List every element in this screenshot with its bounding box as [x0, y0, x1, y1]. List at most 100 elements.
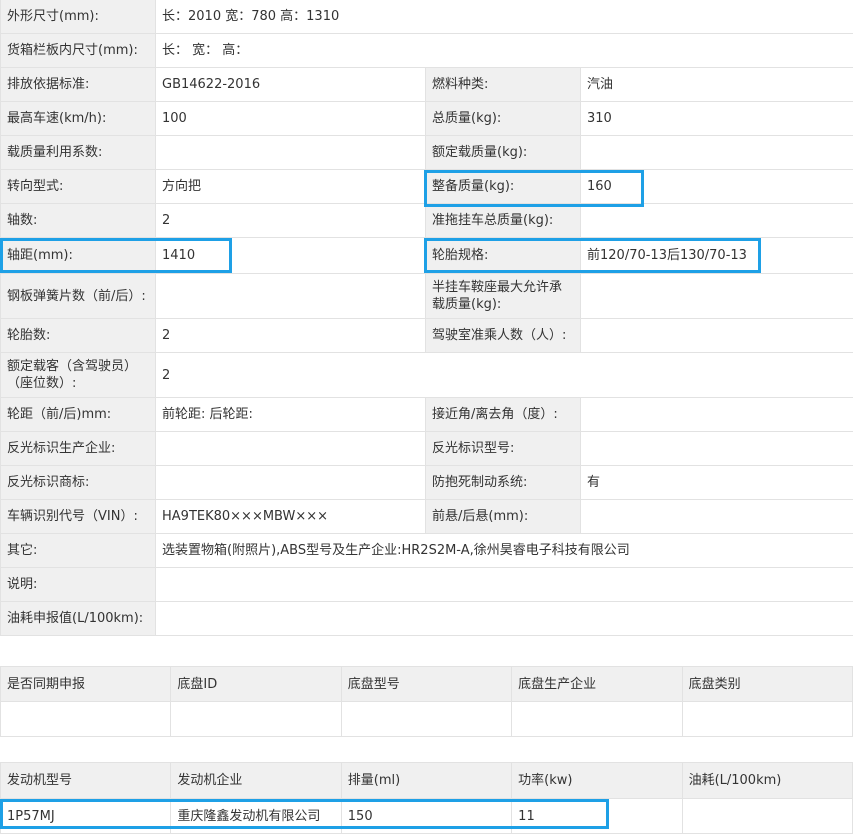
- spec-value: [156, 274, 426, 319]
- spec-label: 前悬/后悬(mm):: [426, 500, 581, 534]
- spec-value: [581, 136, 853, 170]
- spec-row: 其它:选装置物箱(附照片),ABS型号及生产企业:HR2S2M-A,徐州昊睿电子…: [1, 534, 853, 568]
- engine-model-cell: 1P57MJ: [1, 799, 171, 834]
- spec-value: [581, 398, 853, 432]
- chassis-data-cell: [341, 702, 511, 737]
- spec-value: HA9TEK80×××MBW×××: [156, 500, 426, 534]
- chassis-header-cell: 底盘ID: [171, 667, 341, 702]
- engine-power-cell: 11: [512, 799, 682, 834]
- spec-value: 310: [581, 102, 853, 136]
- spec-value: 160: [581, 170, 853, 204]
- chassis-data-cell: [682, 702, 852, 737]
- spec-value: [581, 319, 853, 353]
- chassis-data-cell: [512, 702, 682, 737]
- spec-label: 额定载质量(kg):: [426, 136, 581, 170]
- spec-row: 说明:: [1, 568, 853, 602]
- chassis-data-cell: [171, 702, 341, 737]
- spec-label: 车辆识别代号（VIN）:: [1, 500, 156, 534]
- spec-row: 轮胎数:2驾驶室准乘人数（人）:: [1, 319, 853, 353]
- spec-label: 油耗申报值(L/100km):: [1, 602, 156, 636]
- spec-value: 前轮距: 后轮距:: [156, 398, 426, 432]
- spec-value: 2: [156, 319, 426, 353]
- spec-row: 排放依据标准:GB14622-2016燃料种类:汽油: [1, 68, 853, 102]
- spec-label: 轮胎规格:: [426, 238, 581, 274]
- engine-maker-cell: 重庆隆鑫发动机有限公司: [171, 799, 341, 834]
- chassis-data-row: [1, 702, 853, 737]
- spec-label: 额定载客（含驾驶员）（座位数）:: [1, 353, 156, 398]
- spec-value: 方向把: [156, 170, 426, 204]
- spec-row: 载质量利用系数: 额定载质量(kg):: [1, 136, 853, 170]
- spec-value: 长： 宽： 高：: [156, 34, 853, 68]
- spec-label: 准拖挂车总质量(kg):: [426, 204, 581, 238]
- spec-label: 总质量(kg):: [426, 102, 581, 136]
- spec-value: 汽油: [581, 68, 853, 102]
- spec-label: 半挂车鞍座最大允许承载质量(kg):: [426, 274, 581, 319]
- spec-value: [156, 136, 426, 170]
- spec-label: 防抱死制动系统:: [426, 466, 581, 500]
- engine-table: 发动机型号 发动机企业 排量(ml) 功率(kw) 油耗(L/100km) 1P…: [0, 762, 853, 834]
- spec-value: [581, 432, 853, 466]
- spec-value: [156, 432, 426, 466]
- chassis-header-row: 是否同期申报 底盘ID 底盘型号 底盘生产企业 底盘类别: [1, 667, 853, 702]
- spec-label: 燃料种类:: [426, 68, 581, 102]
- engine-data-row: 1P57MJ 重庆隆鑫发动机有限公司 150 11: [1, 799, 853, 834]
- spec-value: GB14622-2016: [156, 68, 426, 102]
- spec-label: 轴距(mm):: [1, 238, 156, 274]
- spec-row: 货箱栏板内尺寸(mm):长： 宽： 高：: [1, 34, 853, 68]
- engine-header-cell: 功率(kw): [512, 763, 682, 799]
- spec-label: 反光标识型号:: [426, 432, 581, 466]
- spec-label: 轮胎数:: [1, 319, 156, 353]
- engine-header-row: 发动机型号 发动机企业 排量(ml) 功率(kw) 油耗(L/100km): [1, 763, 853, 799]
- spec-value: 有: [581, 466, 853, 500]
- spec-label: 轴数:: [1, 204, 156, 238]
- spec-row: 外形尺寸(mm):长：2010 宽：780 高：1310: [1, 0, 853, 34]
- spec-value: [581, 204, 853, 238]
- spec-row: 反光标识商标: 防抱死制动系统:有: [1, 466, 853, 500]
- spec-label: 最高车速(km/h):: [1, 102, 156, 136]
- spec-value: [581, 274, 853, 319]
- chassis-header-cell: 底盘生产企业: [512, 667, 682, 702]
- engine-header-cell: 油耗(L/100km): [682, 763, 852, 799]
- spec-label: 其它:: [1, 534, 156, 568]
- spec-value: 2: [156, 204, 426, 238]
- spec-label: 整备质量(kg):: [426, 170, 581, 204]
- spec-value: 100: [156, 102, 426, 136]
- spec-value: [156, 602, 853, 636]
- spec-label: 说明:: [1, 568, 156, 602]
- spec-label: 轮距（前/后)mm:: [1, 398, 156, 432]
- spec-label: 反光标识商标:: [1, 466, 156, 500]
- chassis-table: 是否同期申报 底盘ID 底盘型号 底盘生产企业 底盘类别: [0, 666, 853, 737]
- engine-displacement-cell: 150: [341, 799, 511, 834]
- engine-header-cell: 排量(ml): [341, 763, 511, 799]
- engine-header-cell: 发动机企业: [171, 763, 341, 799]
- chassis-header-cell: 底盘型号: [341, 667, 511, 702]
- engine-header-cell: 发动机型号: [1, 763, 171, 799]
- engine-fuel-cell: [682, 799, 852, 834]
- spec-row: 转向型式:方向把整备质量(kg):160: [1, 170, 853, 204]
- spec-row: 轮距（前/后)mm:前轮距: 后轮距:接近角/离去角（度）:: [1, 398, 853, 432]
- spec-value: 2: [156, 353, 853, 398]
- chassis-header-cell: 底盘类别: [682, 667, 852, 702]
- spec-label: 载质量利用系数:: [1, 136, 156, 170]
- spec-row: 轴距(mm):1410轮胎规格:前120/70-13后130/70-13: [1, 238, 853, 274]
- spec-table-body: 外形尺寸(mm):长：2010 宽：780 高：1310货箱栏板内尺寸(mm):…: [1, 0, 853, 636]
- spec-row: 钢板弹簧片数（前/后）: 半挂车鞍座最大允许承载质量(kg):: [1, 274, 853, 319]
- spec-label: 外形尺寸(mm):: [1, 0, 156, 34]
- spec-label: 钢板弹簧片数（前/后）:: [1, 274, 156, 319]
- spec-label: 接近角/离去角（度）:: [426, 398, 581, 432]
- spec-value: 长：2010 宽：780 高：1310: [156, 0, 853, 34]
- spec-label: 转向型式:: [1, 170, 156, 204]
- spec-label: 排放依据标准:: [1, 68, 156, 102]
- spec-value: [581, 500, 853, 534]
- spec-table: 外形尺寸(mm):长：2010 宽：780 高：1310货箱栏板内尺寸(mm):…: [0, 0, 853, 636]
- spec-row: 最高车速(km/h):100总质量(kg):310: [1, 102, 853, 136]
- spec-label: 驾驶室准乘人数（人）:: [426, 319, 581, 353]
- chassis-header-cell: 是否同期申报: [1, 667, 171, 702]
- spec-label: 反光标识生产企业:: [1, 432, 156, 466]
- spec-row: 反光标识生产企业: 反光标识型号:: [1, 432, 853, 466]
- spec-label: 货箱栏板内尺寸(mm):: [1, 34, 156, 68]
- spec-row: 轴数:2准拖挂车总质量(kg):: [1, 204, 853, 238]
- spec-row: 额定载客（含驾驶员）（座位数）:2: [1, 353, 853, 398]
- spec-value: 前120/70-13后130/70-13: [581, 238, 853, 274]
- spec-row: 车辆识别代号（VIN）:HA9TEK80×××MBW×××前悬/后悬(mm):: [1, 500, 853, 534]
